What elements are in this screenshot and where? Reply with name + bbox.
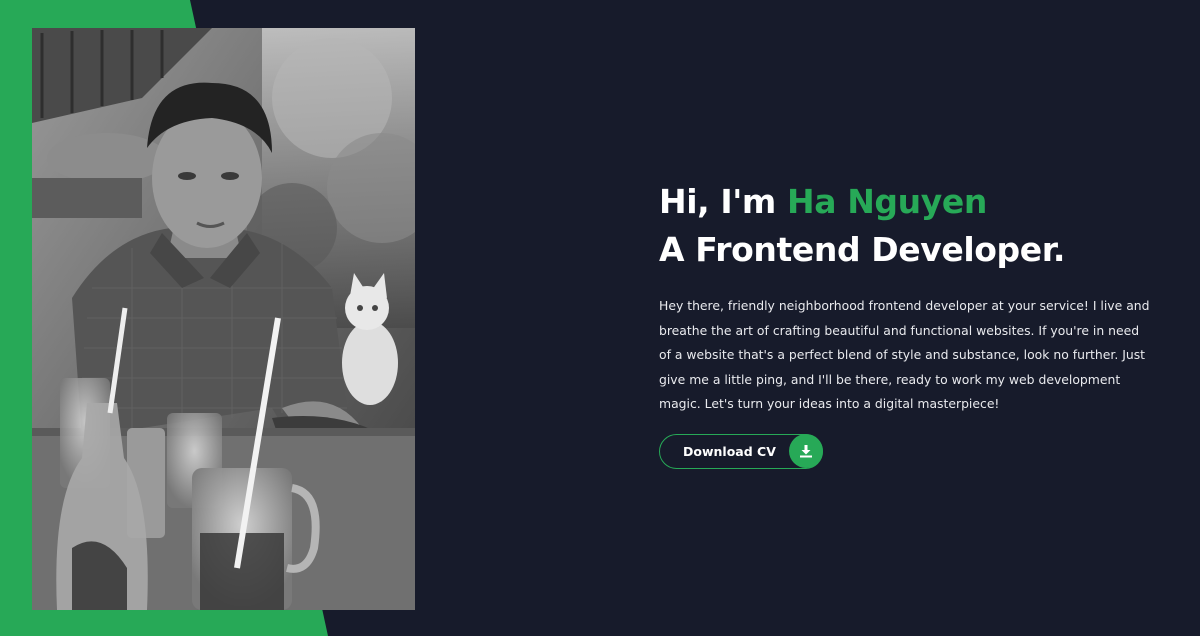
download-cv-button[interactable]: Download CV: [659, 433, 823, 469]
role-line: A Frontend Developer.: [659, 230, 1066, 269]
greeting-text: Hi, I'm: [659, 182, 788, 221]
greeting-line: Hi, I'm Ha Nguyen: [659, 178, 1159, 226]
download-icon: [789, 433, 823, 468]
profile-photo: [32, 28, 415, 610]
hero-heading: Hi, I'm Ha Nguyen A Frontend Developer.: [659, 178, 1159, 274]
download-cv-label: Download CV: [683, 443, 776, 459]
hero-description: Hey there, friendly neighborhood fronten…: [659, 298, 1150, 411]
hero-section: Hi, I'm Ha Nguyen A Frontend Developer. …: [0, 0, 1200, 636]
hero-content: Hi, I'm Ha Nguyen A Frontend Developer. …: [659, 178, 1159, 469]
developer-name: Ha Nguyen: [787, 182, 987, 221]
